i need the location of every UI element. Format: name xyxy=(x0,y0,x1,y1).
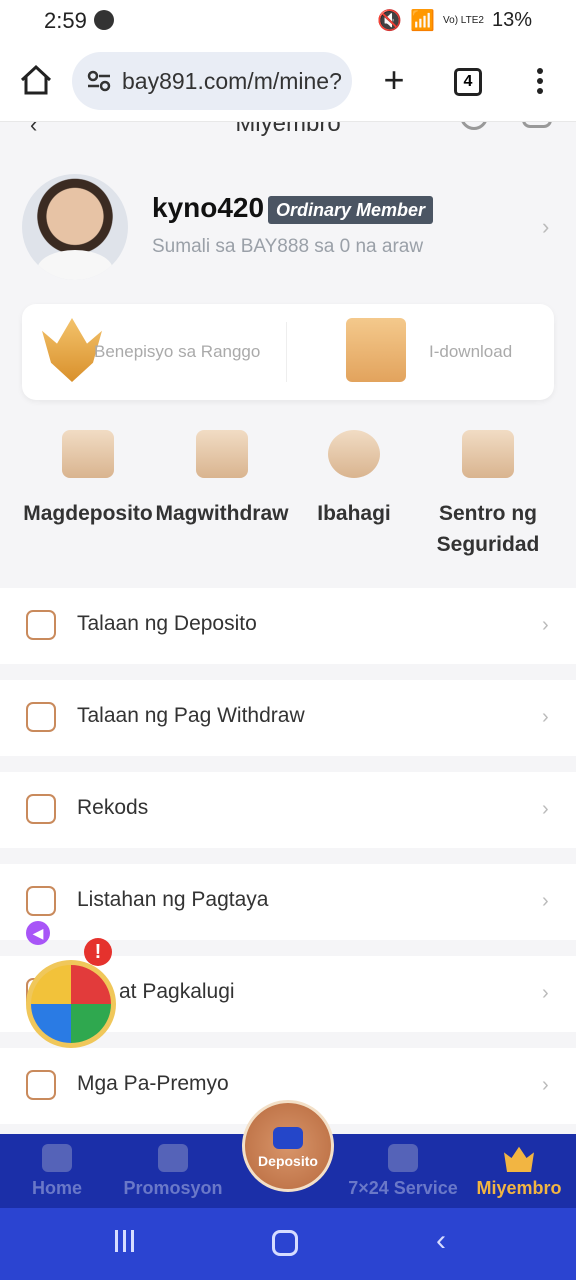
menu-label: Listahan ng Pagtaya xyxy=(77,888,269,911)
system-home-button[interactable] xyxy=(272,1230,298,1256)
joined-text: Sumali sa BAY888 sa 0 na araw xyxy=(152,236,424,257)
menu-label: Mga Pa-Premyo xyxy=(77,1072,229,1095)
bet-list-icon xyxy=(26,886,56,916)
quick-action-label: Magdeposito xyxy=(23,502,153,525)
menu-row-bet-list[interactable]: Listahan ng Pagtaya › xyxy=(0,864,576,940)
withdraw-record-icon xyxy=(26,702,56,732)
menu-label: Talaan ng Deposito xyxy=(77,612,257,635)
floating-game-badge[interactable] xyxy=(26,960,116,1048)
menu-row-deposit-record[interactable]: Talaan ng Deposito › xyxy=(0,588,576,664)
menu-row-records[interactable]: Rekods › xyxy=(0,772,576,848)
collapse-float-icon[interactable]: ◀ xyxy=(26,921,50,945)
message-notification-icon xyxy=(94,10,114,30)
wallet-icon xyxy=(273,1127,303,1149)
profile-section[interactable]: kyno420 Ordinary Member Sumali sa BAY888… xyxy=(0,152,576,302)
share-action[interactable]: Ibahagi xyxy=(284,420,424,529)
nav-member[interactable]: Miyembro xyxy=(464,1144,574,1199)
deposit-action[interactable]: Magdeposito xyxy=(18,420,158,529)
wifi-icon: 📶 xyxy=(410,10,436,32)
quick-action-label: Magwithdraw xyxy=(155,502,289,525)
nav-service[interactable]: 7×24 Service xyxy=(348,1144,458,1199)
security-card-icon xyxy=(462,430,514,478)
calendar-wallet-icon xyxy=(196,430,248,478)
download-label: I-download xyxy=(429,342,513,361)
download-box-icon xyxy=(346,318,406,382)
nav-label: Home xyxy=(31,1178,82,1198)
chevron-right-icon: › xyxy=(542,706,549,728)
menu-list: Talaan ng Deposito › Talaan ng Pag Withd… xyxy=(0,588,576,1134)
username: kyno420 xyxy=(152,192,265,223)
home-icon[interactable] xyxy=(18,62,54,98)
chat-icon[interactable] xyxy=(522,122,552,128)
menu-label: at Pagkalugi xyxy=(119,980,235,1003)
member-page: ‹ Miyembro kyno420 Ordinary Member Sumal… xyxy=(0,122,576,1134)
share-icon xyxy=(328,430,380,478)
address-bar[interactable]: bay891.com/m/mine? xyxy=(72,52,352,110)
nav-label: Promosyon xyxy=(123,1178,223,1198)
battery-text: 13% xyxy=(491,9,532,31)
tab-switcher-button[interactable]: 4 xyxy=(454,68,482,96)
network-label: Vo) LTE2 xyxy=(443,15,484,26)
deposit-fab-button[interactable]: Deposito xyxy=(242,1100,334,1192)
mute-icon: 🔇 xyxy=(377,10,403,32)
chevron-right-icon: › xyxy=(542,614,549,636)
member-level-badge: Ordinary Member xyxy=(268,196,434,224)
menu-label: Rekods xyxy=(77,796,149,819)
new-tab-button[interactable]: + xyxy=(374,60,414,100)
wallet-icon xyxy=(62,430,114,478)
browser-menu-button[interactable] xyxy=(530,68,550,98)
nav-promos[interactable]: Promosyon xyxy=(118,1144,228,1199)
menu-row-withdraw-record[interactable]: Talaan ng Pag Withdraw › xyxy=(0,680,576,756)
deposit-record-icon xyxy=(26,610,56,640)
gift-icon xyxy=(26,1070,56,1100)
gift-box-icon xyxy=(158,1144,188,1172)
browser-toolbar: bay891.com/m/mine? + 4 xyxy=(0,42,576,122)
quick-actions: Magdeposito Magwithdraw Ibahagi Sentro n… xyxy=(0,420,576,560)
chevron-right-icon: › xyxy=(542,982,549,1004)
chevron-right-icon: › xyxy=(542,890,549,912)
menu-label: Talaan ng Pag Withdraw xyxy=(77,704,305,727)
avatar xyxy=(22,174,128,280)
url-text: bay891.com/m/mine? xyxy=(122,67,342,94)
withdraw-action[interactable]: Magwithdraw xyxy=(152,420,292,529)
chevron-right-icon: › xyxy=(542,1074,549,1096)
status-icons: 🔇 📶 Vo) LTE2 13% xyxy=(377,8,532,33)
deposit-fab-label: Deposito xyxy=(258,1153,318,1169)
home-icon xyxy=(42,1144,72,1172)
site-settings-icon[interactable] xyxy=(86,69,112,93)
rank-benefits-button[interactable]: Benepisyo sa Ranggo xyxy=(22,304,286,400)
chevron-right-icon: › xyxy=(542,214,550,239)
crown-icon xyxy=(504,1146,534,1172)
clock: 2:59 xyxy=(44,8,87,33)
system-back-button[interactable]: ‹ xyxy=(436,1224,446,1258)
records-icon xyxy=(26,794,56,824)
recents-button[interactable] xyxy=(112,1230,136,1254)
page-header: ‹ Miyembro xyxy=(0,122,576,142)
chevron-right-icon: › xyxy=(542,798,549,820)
nav-label: Miyembro xyxy=(476,1178,562,1198)
nav-label: 7×24 Service xyxy=(348,1178,458,1198)
quick-action-label: Sentro ng Seguridad xyxy=(436,502,540,556)
security-center-action[interactable]: Sentro ng Seguridad xyxy=(418,420,558,560)
nav-home[interactable]: Home xyxy=(2,1144,112,1199)
alert-badge: ! xyxy=(84,938,112,966)
page-title: Miyembro xyxy=(235,122,341,137)
rank-benefits-label: Benepisyo sa Ranggo xyxy=(94,342,261,361)
telegram-icon xyxy=(388,1144,418,1172)
promo-card: Benepisyo sa Ranggo I-download xyxy=(22,304,554,400)
system-navigation: ‹ xyxy=(0,1208,576,1280)
status-bar: 2:59 🔇 📶 Vo) LTE2 13% xyxy=(0,0,576,42)
download-button[interactable]: I-download xyxy=(286,304,550,400)
crown-icon xyxy=(42,318,102,382)
quick-action-label: Ibahagi xyxy=(317,502,391,525)
